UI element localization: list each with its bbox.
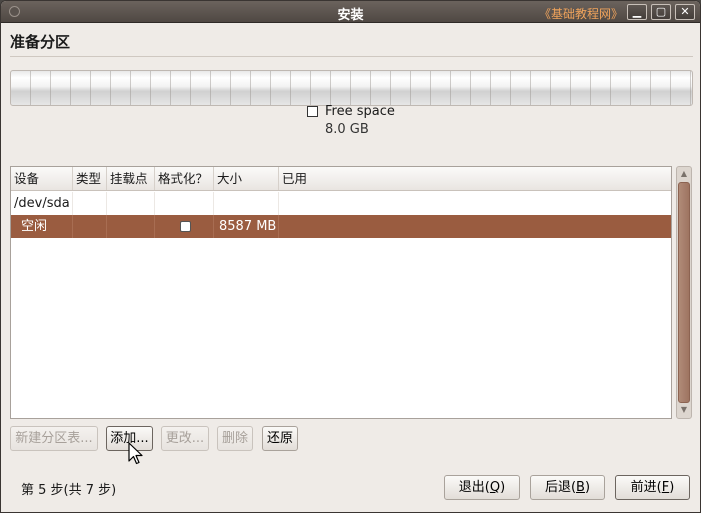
cell-type xyxy=(73,192,107,215)
legend-free-space-label: Free space xyxy=(325,104,395,119)
format-checkbox[interactable] xyxy=(180,221,191,232)
column-header-size[interactable]: 大小 xyxy=(214,167,279,190)
quit-accel-key: Q xyxy=(489,480,501,495)
legend-free-space-size: 8.0 GB xyxy=(325,122,369,137)
minimize-button[interactable]: ▁ xyxy=(627,4,647,20)
back-button[interactable]: 后退(B) xyxy=(530,475,605,500)
table-row-dev-sda[interactable]: /dev/sda xyxy=(11,192,671,215)
forward-label: 前进( xyxy=(630,480,662,495)
cell-size xyxy=(214,192,279,215)
table-scrollbar[interactable]: ▲ ▼ xyxy=(676,166,692,419)
back-label: 后退( xyxy=(544,480,577,495)
quit-label: 退出( xyxy=(458,480,490,495)
free-space-swatch xyxy=(307,106,318,117)
column-header-format[interactable]: 格式化？ xyxy=(155,167,214,190)
quit-label-close: ) xyxy=(500,480,506,495)
scroll-up-icon[interactable]: ▲ xyxy=(677,167,691,181)
partition-table[interactable]: 设备 类型 挂载点 格式化？ 大小 已用 /dev/sda 空闲 8587 MB xyxy=(10,166,672,419)
cell-mount xyxy=(107,192,155,215)
disk-usage-bar xyxy=(10,70,693,106)
scroll-down-icon[interactable]: ▼ xyxy=(677,403,691,417)
close-button[interactable]: ✕ xyxy=(675,4,695,20)
cell-mount xyxy=(107,215,155,238)
table-header: 设备 类型 挂载点 格式化？ 大小 已用 xyxy=(11,167,671,191)
forward-button[interactable]: 前进(F) xyxy=(615,475,690,500)
cell-size: 8587 MB xyxy=(214,215,279,238)
revert-button[interactable]: 还原 xyxy=(262,426,298,451)
cell-used xyxy=(279,192,671,215)
cell-used xyxy=(279,215,671,238)
close-icon: ✕ xyxy=(680,5,690,18)
column-header-device[interactable]: 设备 xyxy=(11,167,73,190)
watermark-text: 《基础教程网》 xyxy=(539,7,624,21)
change-partition-button[interactable]: 更改... xyxy=(161,426,209,451)
delete-partition-button[interactable]: 删除 xyxy=(217,426,253,451)
new-partition-table-button[interactable]: 新建分区表... xyxy=(10,426,98,451)
cell-type xyxy=(73,215,107,238)
column-header-mount[interactable]: 挂载点 xyxy=(107,167,155,190)
installer-window: 安装 《基础教程网》 ▁ ▢ ✕ 准备分区 Free space 8.0 GB … xyxy=(0,0,701,513)
maximize-button[interactable]: ▢ xyxy=(651,4,671,20)
title-divider xyxy=(10,56,693,57)
minimize-icon: ▁ xyxy=(632,5,642,18)
cell-device: 空闲 xyxy=(11,215,73,238)
column-header-used[interactable]: 已用 xyxy=(279,167,671,190)
column-header-type[interactable]: 类型 xyxy=(73,167,107,190)
scrollbar-thumb[interactable] xyxy=(678,182,690,403)
forward-label-close: ) xyxy=(669,480,675,495)
mouse-pointer-icon xyxy=(128,442,143,465)
table-row-free-space[interactable]: 空闲 8587 MB xyxy=(11,215,671,238)
quit-button[interactable]: 退出(Q) xyxy=(444,475,520,500)
step-indicator: 第 5 步(共 7 步) xyxy=(21,483,117,498)
title-bar: 安装 《基础教程网》 ▁ ▢ ✕ xyxy=(1,1,700,23)
back-accel-key: B xyxy=(576,480,585,495)
back-label-close: ) xyxy=(584,480,591,495)
maximize-icon: ▢ xyxy=(655,5,667,18)
cell-device: /dev/sda xyxy=(11,192,73,215)
cell-format xyxy=(155,192,214,215)
page-title: 准备分区 xyxy=(10,33,71,51)
